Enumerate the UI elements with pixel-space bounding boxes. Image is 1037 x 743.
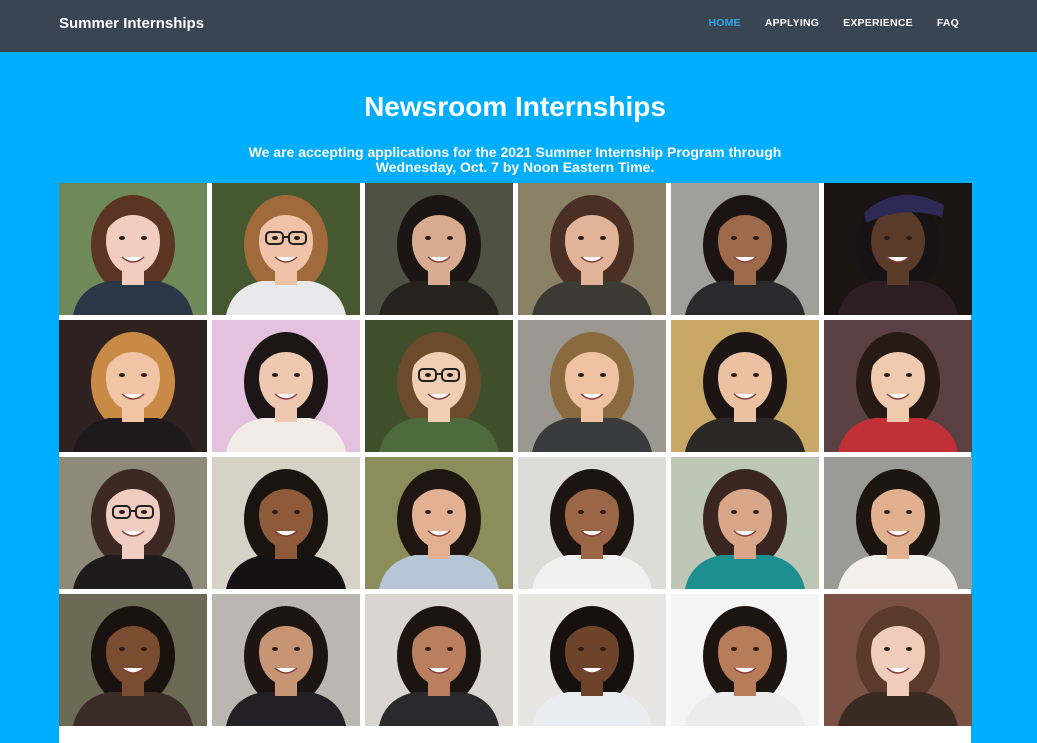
intern-photo xyxy=(824,594,972,726)
portrait-image xyxy=(518,594,666,726)
intern-photo xyxy=(671,457,819,589)
intern-photo xyxy=(212,183,360,315)
intern-photo-grid xyxy=(59,183,972,743)
intern-photo xyxy=(59,594,207,726)
page-title: Newsroom Internships xyxy=(364,91,666,122)
intern-photo xyxy=(59,457,207,589)
main-nav: HOME APPLYING EXPERIENCE FAQ xyxy=(685,17,960,29)
portrait-image xyxy=(212,320,360,452)
nav-faq-link[interactable]: FAQ xyxy=(937,17,959,29)
portrait-image xyxy=(365,594,513,726)
portrait-image xyxy=(824,457,972,589)
portrait-image xyxy=(59,594,207,726)
intern-photo xyxy=(824,320,972,452)
nav-home-link[interactable]: HOME xyxy=(709,17,741,29)
portrait-image xyxy=(212,183,360,315)
portrait-image xyxy=(824,183,972,315)
intern-photo xyxy=(365,457,513,589)
intern-photo xyxy=(365,594,513,726)
top-navbar: Summer Internships HOME APPLYING EXPERIE… xyxy=(0,0,1037,52)
portrait-image xyxy=(518,457,666,589)
intern-photo xyxy=(824,183,972,315)
portrait-image xyxy=(824,594,972,726)
portrait-image xyxy=(365,457,513,589)
intern-photo xyxy=(212,320,360,452)
intern-photo xyxy=(518,457,666,589)
portrait-image xyxy=(671,320,819,452)
portrait-image xyxy=(59,183,207,315)
intern-photo xyxy=(365,183,513,315)
page-subtitle: We are accepting applications for the 20… xyxy=(210,145,820,174)
portrait-image xyxy=(212,594,360,726)
portrait-image xyxy=(212,457,360,589)
intern-photo xyxy=(59,320,207,452)
intern-photo xyxy=(671,320,819,452)
intern-photo xyxy=(518,594,666,726)
portrait-image xyxy=(671,457,819,589)
site-brand-link[interactable]: Summer Internships xyxy=(59,15,204,32)
portrait-image xyxy=(59,320,207,452)
intern-photo xyxy=(212,457,360,589)
intern-photo xyxy=(59,183,207,315)
intern-photo xyxy=(671,594,819,726)
portrait-image xyxy=(365,320,513,452)
subtitle-line-2: Wednesday, Oct. 7 by Noon Eastern Time. xyxy=(375,158,655,175)
portrait-image xyxy=(518,183,666,315)
intern-photo xyxy=(824,457,972,589)
intern-photo xyxy=(671,183,819,315)
portrait-image xyxy=(518,320,666,452)
intern-photo xyxy=(365,320,513,452)
portrait-image xyxy=(671,183,819,315)
portrait-image xyxy=(671,594,819,726)
portrait-image xyxy=(59,457,207,589)
nav-applying-link[interactable]: APPLYING xyxy=(765,17,819,29)
portrait-image xyxy=(365,183,513,315)
intern-photo xyxy=(518,320,666,452)
nav-experience-link[interactable]: EXPERIENCE xyxy=(843,17,913,29)
intern-photo xyxy=(518,183,666,315)
intern-photo xyxy=(212,594,360,726)
portrait-image xyxy=(824,320,972,452)
